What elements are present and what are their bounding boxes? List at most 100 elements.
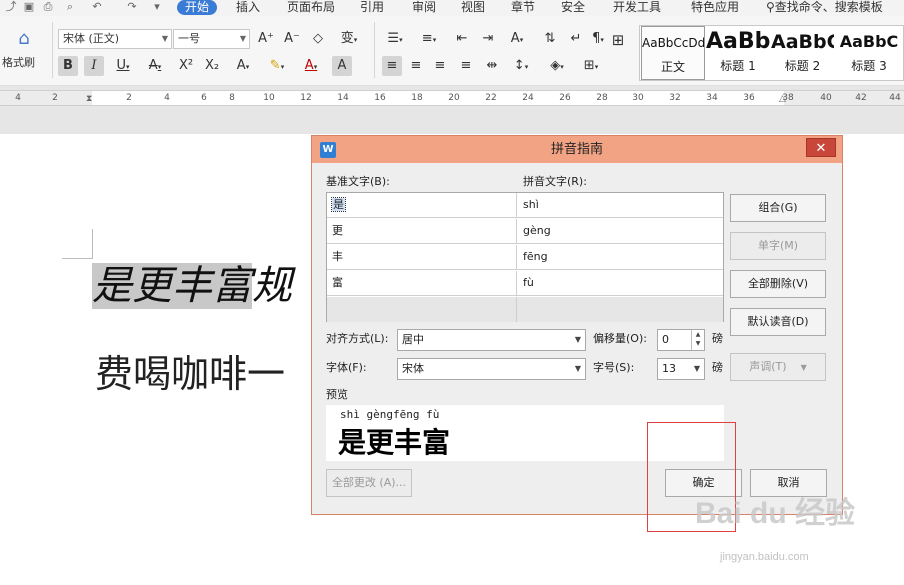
delete-all-button[interactable]: 全部删除(V)	[730, 270, 826, 298]
justify-icon[interactable]: ≡	[456, 56, 476, 76]
document-line-2[interactable]: 费喝咖啡一	[95, 349, 285, 399]
menu-item-special-apps[interactable]: 特色应用	[691, 0, 739, 15]
subscript-icon[interactable]: X₂	[202, 56, 222, 76]
font-color-icon[interactable]: A▾	[298, 56, 324, 76]
menu-item-developer[interactable]: 开发工具	[613, 0, 661, 15]
increase-indent-icon[interactable]: ⇥	[478, 29, 498, 49]
offset-unit: 磅	[712, 332, 723, 345]
size-unit: 磅	[712, 361, 723, 374]
bullet-list-icon[interactable]: ☰▾	[382, 29, 408, 49]
font-size-select[interactable]: 一号 ▼	[173, 29, 250, 49]
ruler-tick: 16	[374, 93, 386, 103]
numbered-list-icon[interactable]: ≡▾	[416, 29, 442, 49]
menu-item-references[interactable]: 引用	[360, 0, 384, 15]
phonetic-guide-icon[interactable]: 变▾	[336, 29, 362, 49]
align-right-icon[interactable]: ≡	[430, 56, 450, 76]
spin-arrows-icon[interactable]: ▲ ▼	[691, 330, 704, 350]
command-search[interactable]: ⚲查找命令、搜索模板	[766, 0, 883, 14]
grow-font-icon[interactable]: A⁺	[256, 29, 276, 49]
combine-button[interactable]: 组合(G)	[730, 194, 826, 222]
preview-text: 是更丰富	[338, 426, 451, 459]
undo-icon[interactable]: ↶	[90, 0, 104, 13]
styles-gallery: AaBbCcDd 正文 AaBb 标题 1 AaBbC 标题 2 AaBbC 标…	[639, 25, 904, 81]
sort-icon[interactable]: ⇅	[540, 29, 560, 49]
menu-item-home[interactable]: 开始	[177, 0, 218, 15]
selected-text[interactable]: 是更丰富	[92, 263, 252, 309]
right-indent-marker-icon[interactable]: △	[779, 93, 786, 105]
single-char-button[interactable]: 单字(M)	[730, 232, 826, 260]
align-center-icon[interactable]: ≡	[406, 56, 426, 76]
tone-button[interactable]: 声调(T) ▼	[730, 353, 826, 381]
style-heading-3[interactable]: AaBbC 标题 3	[835, 26, 903, 80]
indent-marker-icon[interactable]: ⧗	[86, 93, 92, 105]
ruler-tick: 36	[743, 93, 755, 103]
format-painter-button[interactable]: ⌂ 格式刷	[2, 22, 46, 78]
highlight-icon[interactable]: ✎▾	[264, 56, 290, 76]
text-effect-icon[interactable]: A▾	[230, 56, 256, 76]
alignment-select[interactable]: 居中 ▼	[397, 329, 586, 351]
show-marks-icon[interactable]: ↵	[566, 29, 586, 49]
size-select[interactable]: 13 ▼	[657, 358, 705, 380]
pinyin-text-cell[interactable]: fù	[517, 271, 723, 296]
default-reading-button[interactable]: 默认读音(D)	[730, 308, 826, 336]
ruler-tick: 8	[229, 93, 235, 103]
ruler-tick: 6	[201, 93, 207, 103]
borders-icon[interactable]: ⊞▾	[578, 56, 604, 76]
strikethrough-icon[interactable]: A▾	[142, 56, 168, 76]
pinyin-text-cell[interactable]: shì	[517, 193, 723, 218]
bold-icon[interactable]: B	[58, 56, 78, 76]
open-icon[interactable]: ⤴	[4, 0, 18, 13]
ruler-tick: 32	[669, 93, 681, 103]
shrink-font-icon[interactable]: A⁻	[282, 29, 302, 49]
document-line-1[interactable]: 是更丰富规	[92, 257, 292, 315]
ruler-tick: 44	[889, 93, 901, 103]
phonetic-guide-dialog: W 拼音指南 ✕ 基准文字(B): 拼音文字(R): 是 shì 更 gèng …	[311, 135, 843, 515]
print-preview-icon[interactable]: ⌕	[63, 0, 77, 13]
ruler-tick: 2	[52, 93, 58, 103]
chevron-down-icon: ▼	[239, 34, 246, 43]
quick-access-dropdown-icon[interactable]: ▾	[150, 0, 164, 13]
style-heading-2[interactable]: AaBbC 标题 2	[771, 26, 834, 80]
table-icon[interactable]: ⊞	[606, 30, 630, 50]
shading-icon[interactable]: ◈▾	[544, 56, 570, 76]
align-left-icon[interactable]: ≡	[382, 56, 402, 76]
save-icon[interactable]: ▣	[22, 0, 36, 13]
clear-format-icon[interactable]: ◇	[308, 29, 328, 49]
decrease-indent-icon[interactable]: ⇤	[452, 29, 472, 49]
chinese-layout-icon[interactable]: A▾	[504, 29, 530, 49]
ruler-tick: 24	[522, 93, 534, 103]
underline-icon[interactable]: U▾	[110, 56, 136, 76]
superscript-icon[interactable]: X²	[176, 56, 196, 76]
base-text-cell[interactable]: 富	[327, 271, 517, 296]
ruler-tick: 40	[820, 93, 832, 103]
pinyin-text-cell[interactable]: fēng	[517, 245, 723, 270]
horizontal-ruler[interactable]: 4 2 2 4 6 8 10 12 14 16 18 20 22 24 26 2…	[0, 90, 904, 106]
line-spacing-icon[interactable]: ↕▾	[508, 56, 534, 76]
menu-item-view[interactable]: 视图	[461, 0, 485, 15]
pinyin-text-cell[interactable]: gèng	[517, 219, 723, 244]
font-select[interactable]: 宋体 ▼	[397, 358, 586, 380]
offset-input[interactable]: 0 ▲ ▼	[657, 329, 705, 351]
menu-item-review[interactable]: 审阅	[412, 0, 436, 15]
menu-item-insert[interactable]: 插入	[236, 0, 260, 15]
font-name-select[interactable]: 宋体 (正文) ▼	[58, 29, 172, 49]
dialog-title: 拼音指南	[550, 142, 603, 157]
style-heading-1[interactable]: AaBb 标题 1	[706, 26, 770, 80]
italic-icon[interactable]: I	[84, 56, 104, 76]
ruler-tick: 28	[596, 93, 608, 103]
style-normal[interactable]: AaBbCcDd 正文	[641, 26, 705, 80]
distributed-icon[interactable]: ⇹	[482, 56, 502, 76]
menu-item-section[interactable]: 章节	[511, 0, 535, 15]
font-label: 字体(F):	[326, 361, 367, 374]
close-button[interactable]: ✕	[806, 138, 836, 157]
menu-item-security[interactable]: 安全	[561, 0, 585, 15]
base-text-cell[interactable]: 丰	[327, 245, 517, 270]
base-text-cell[interactable]: 更	[327, 219, 517, 244]
base-text-cell[interactable]: 是	[327, 193, 517, 218]
redo-icon[interactable]: ↷	[125, 0, 139, 13]
change-all-button[interactable]: 全部更改 (A)...	[326, 469, 412, 497]
menu-item-page-layout[interactable]: 页面布局	[287, 0, 335, 15]
character-shading-icon[interactable]: A	[332, 56, 352, 76]
dialog-titlebar[interactable]: W 拼音指南 ✕	[312, 136, 842, 163]
print-icon[interactable]: ⎙	[41, 0, 55, 13]
